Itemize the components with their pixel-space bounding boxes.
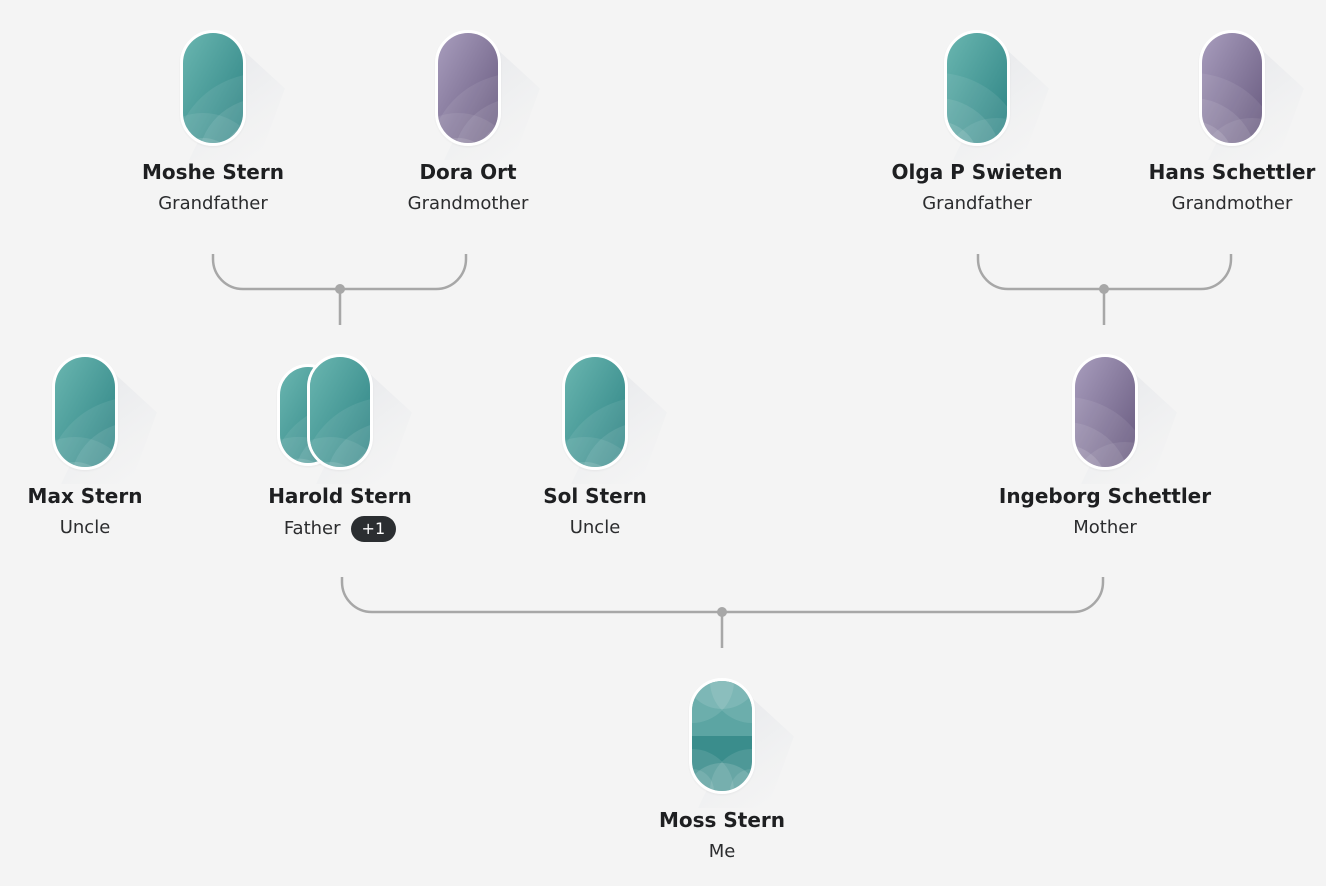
- person-card-dora[interactable]: Dora Ort Grandmother: [338, 30, 598, 216]
- connector-parents: [340, 577, 1105, 614]
- avatar[interactable]: [944, 30, 1010, 146]
- person-name: Moshe Stern: [142, 160, 284, 184]
- person-card-me[interactable]: Moss Stern Me: [592, 678, 852, 864]
- teal-pattern-avatar-icon: [183, 33, 243, 143]
- person-card-ingeborg[interactable]: Ingeborg Schettler Mother: [975, 354, 1235, 540]
- connector-dot: [717, 607, 727, 617]
- person-card-hans[interactable]: Hans Schettler Grandmother: [1102, 30, 1326, 216]
- teal-pattern-avatar-icon: [565, 357, 625, 467]
- additional-relatives-badge[interactable]: +1: [350, 516, 397, 542]
- person-name: Hans Schettler: [1148, 160, 1316, 184]
- teal-pattern-avatar-icon: [947, 33, 1007, 143]
- person-name: Sol Stern: [543, 484, 647, 508]
- avatar[interactable]: [180, 30, 246, 146]
- purple-pattern-avatar-icon: [438, 33, 498, 143]
- avatar[interactable]: [1199, 30, 1265, 146]
- avatar[interactable]: [562, 354, 628, 470]
- person-name: Moss Stern: [658, 808, 786, 832]
- person-role: Uncle: [59, 517, 111, 538]
- person-card-max[interactable]: Max Stern Uncle: [0, 354, 215, 540]
- person-name: Olga P Swieten: [891, 160, 1063, 184]
- teal-pattern-avatar-icon: [55, 357, 115, 467]
- person-role: Me: [708, 841, 736, 862]
- person-name: Ingeborg Schettler: [998, 484, 1212, 508]
- connector-paternal-grandparents: [211, 254, 468, 291]
- person-name: Dora Ort: [419, 160, 517, 184]
- person-role: Mother: [1073, 517, 1137, 538]
- avatar[interactable]: [435, 30, 501, 146]
- person-name: Max Stern: [27, 484, 143, 508]
- connector-dot: [335, 284, 345, 294]
- avatar[interactable]: [52, 354, 118, 470]
- connector-maternal-grandparents: [976, 254, 1233, 291]
- person-card-moshe[interactable]: Moshe Stern Grandfather: [83, 30, 343, 216]
- person-card-harold[interactable]: Harold Stern Father +1: [210, 354, 470, 542]
- person-role: Father: [283, 518, 341, 539]
- teal-pattern-avatar-icon: [692, 681, 752, 791]
- person-role: Grandfather: [922, 193, 1032, 214]
- person-role: Grandmother: [407, 193, 529, 214]
- avatar[interactable]: [689, 678, 755, 794]
- connector-dot: [1099, 284, 1109, 294]
- purple-pattern-avatar-icon: [1202, 33, 1262, 143]
- avatar[interactable]: [1072, 354, 1138, 470]
- person-card-olga[interactable]: Olga P Swieten Grandfather: [847, 30, 1107, 216]
- person-role: Uncle: [569, 517, 621, 538]
- purple-pattern-avatar-icon: [1075, 357, 1135, 467]
- person-name: Harold Stern: [268, 484, 412, 508]
- person-role: Grandmother: [1171, 193, 1293, 214]
- teal-pattern-avatar-icon: [310, 357, 370, 467]
- person-role: Grandfather: [158, 193, 268, 214]
- person-card-sol[interactable]: Sol Stern Uncle: [465, 354, 725, 540]
- avatar[interactable]: [307, 354, 373, 470]
